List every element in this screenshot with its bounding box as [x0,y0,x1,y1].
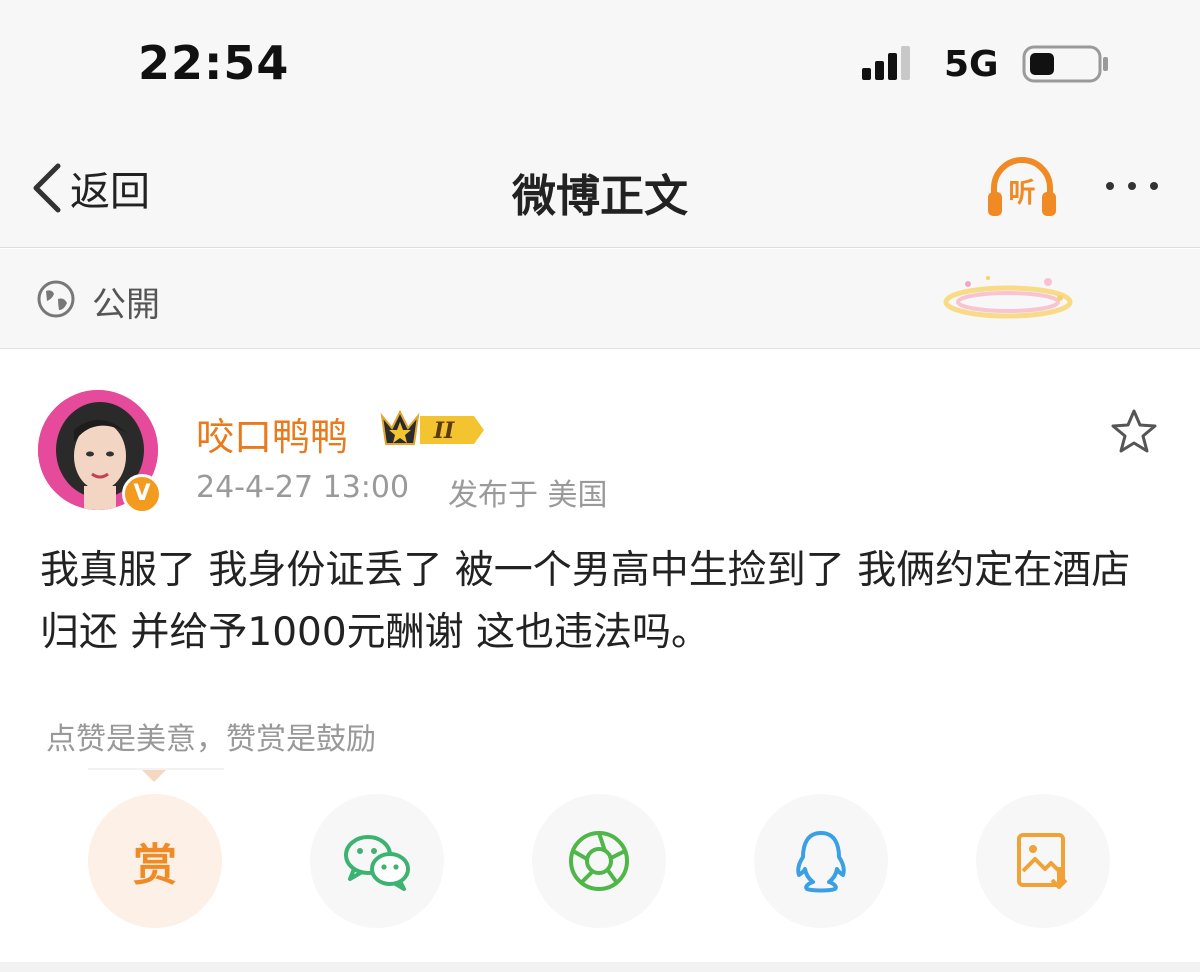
chevron-left-icon [33,163,61,213]
more-icon[interactable] [1096,166,1168,206]
network-label: 5G [944,44,999,85]
bottom-divider [0,962,1200,972]
more-dot [1106,182,1114,190]
visibility-label: 公開 [92,285,160,325]
verified-badge: V [122,474,162,514]
globe-icon [37,280,75,318]
more-dot [1128,182,1136,190]
tooltip-notch [142,770,166,782]
star-icon[interactable] [1110,408,1158,454]
reward-hint: 点赞是美意，赞赏是鼓励 [46,722,376,757]
signal-icon [862,46,910,80]
reward-label: 赏 [133,840,177,891]
battery-icon [1022,45,1108,83]
nav-bar: 返回 微博正文 听 [0,130,1200,248]
share-wechat-button[interactable] [310,794,444,928]
reward-button[interactable]: 赏 [88,794,222,928]
avatar[interactable]: V [38,390,162,514]
back-label: 返回 [70,169,150,215]
sparkle-decoration-icon [943,276,1073,319]
listen-button[interactable]: 听 [986,156,1058,220]
share-qq-button[interactable] [754,794,888,928]
post-card: V 咬口鸭鸭 II 24-4-27 13:00 发布于 美国 我真服了 我身份证… [0,350,1200,972]
qq-icon [796,831,846,893]
status-bar: 22:54 5G [0,0,1200,130]
status-time: 22:54 [138,36,290,90]
listen-label: 听 [1008,178,1036,209]
save-image-icon [1017,833,1068,889]
username[interactable]: 咬口鸭鸭 [196,406,348,461]
more-dot [1150,182,1158,190]
moments-icon [569,831,629,891]
back-button[interactable]: 返回 [30,160,150,216]
member-level: II [433,418,455,444]
share-moments-button[interactable] [532,794,666,928]
post-text: 我真服了 我身份证丢了 被一个男高中生捡到了 我俩约定在酒店归还 并给予1000… [40,548,1131,655]
save-image-button[interactable] [976,794,1110,928]
post-location: 发布于 美国 [448,478,608,513]
wechat-icon [344,835,410,891]
crown-badge-icon: II [380,409,484,445]
post-timestamp: 24-4-27 13:00 [196,470,410,505]
